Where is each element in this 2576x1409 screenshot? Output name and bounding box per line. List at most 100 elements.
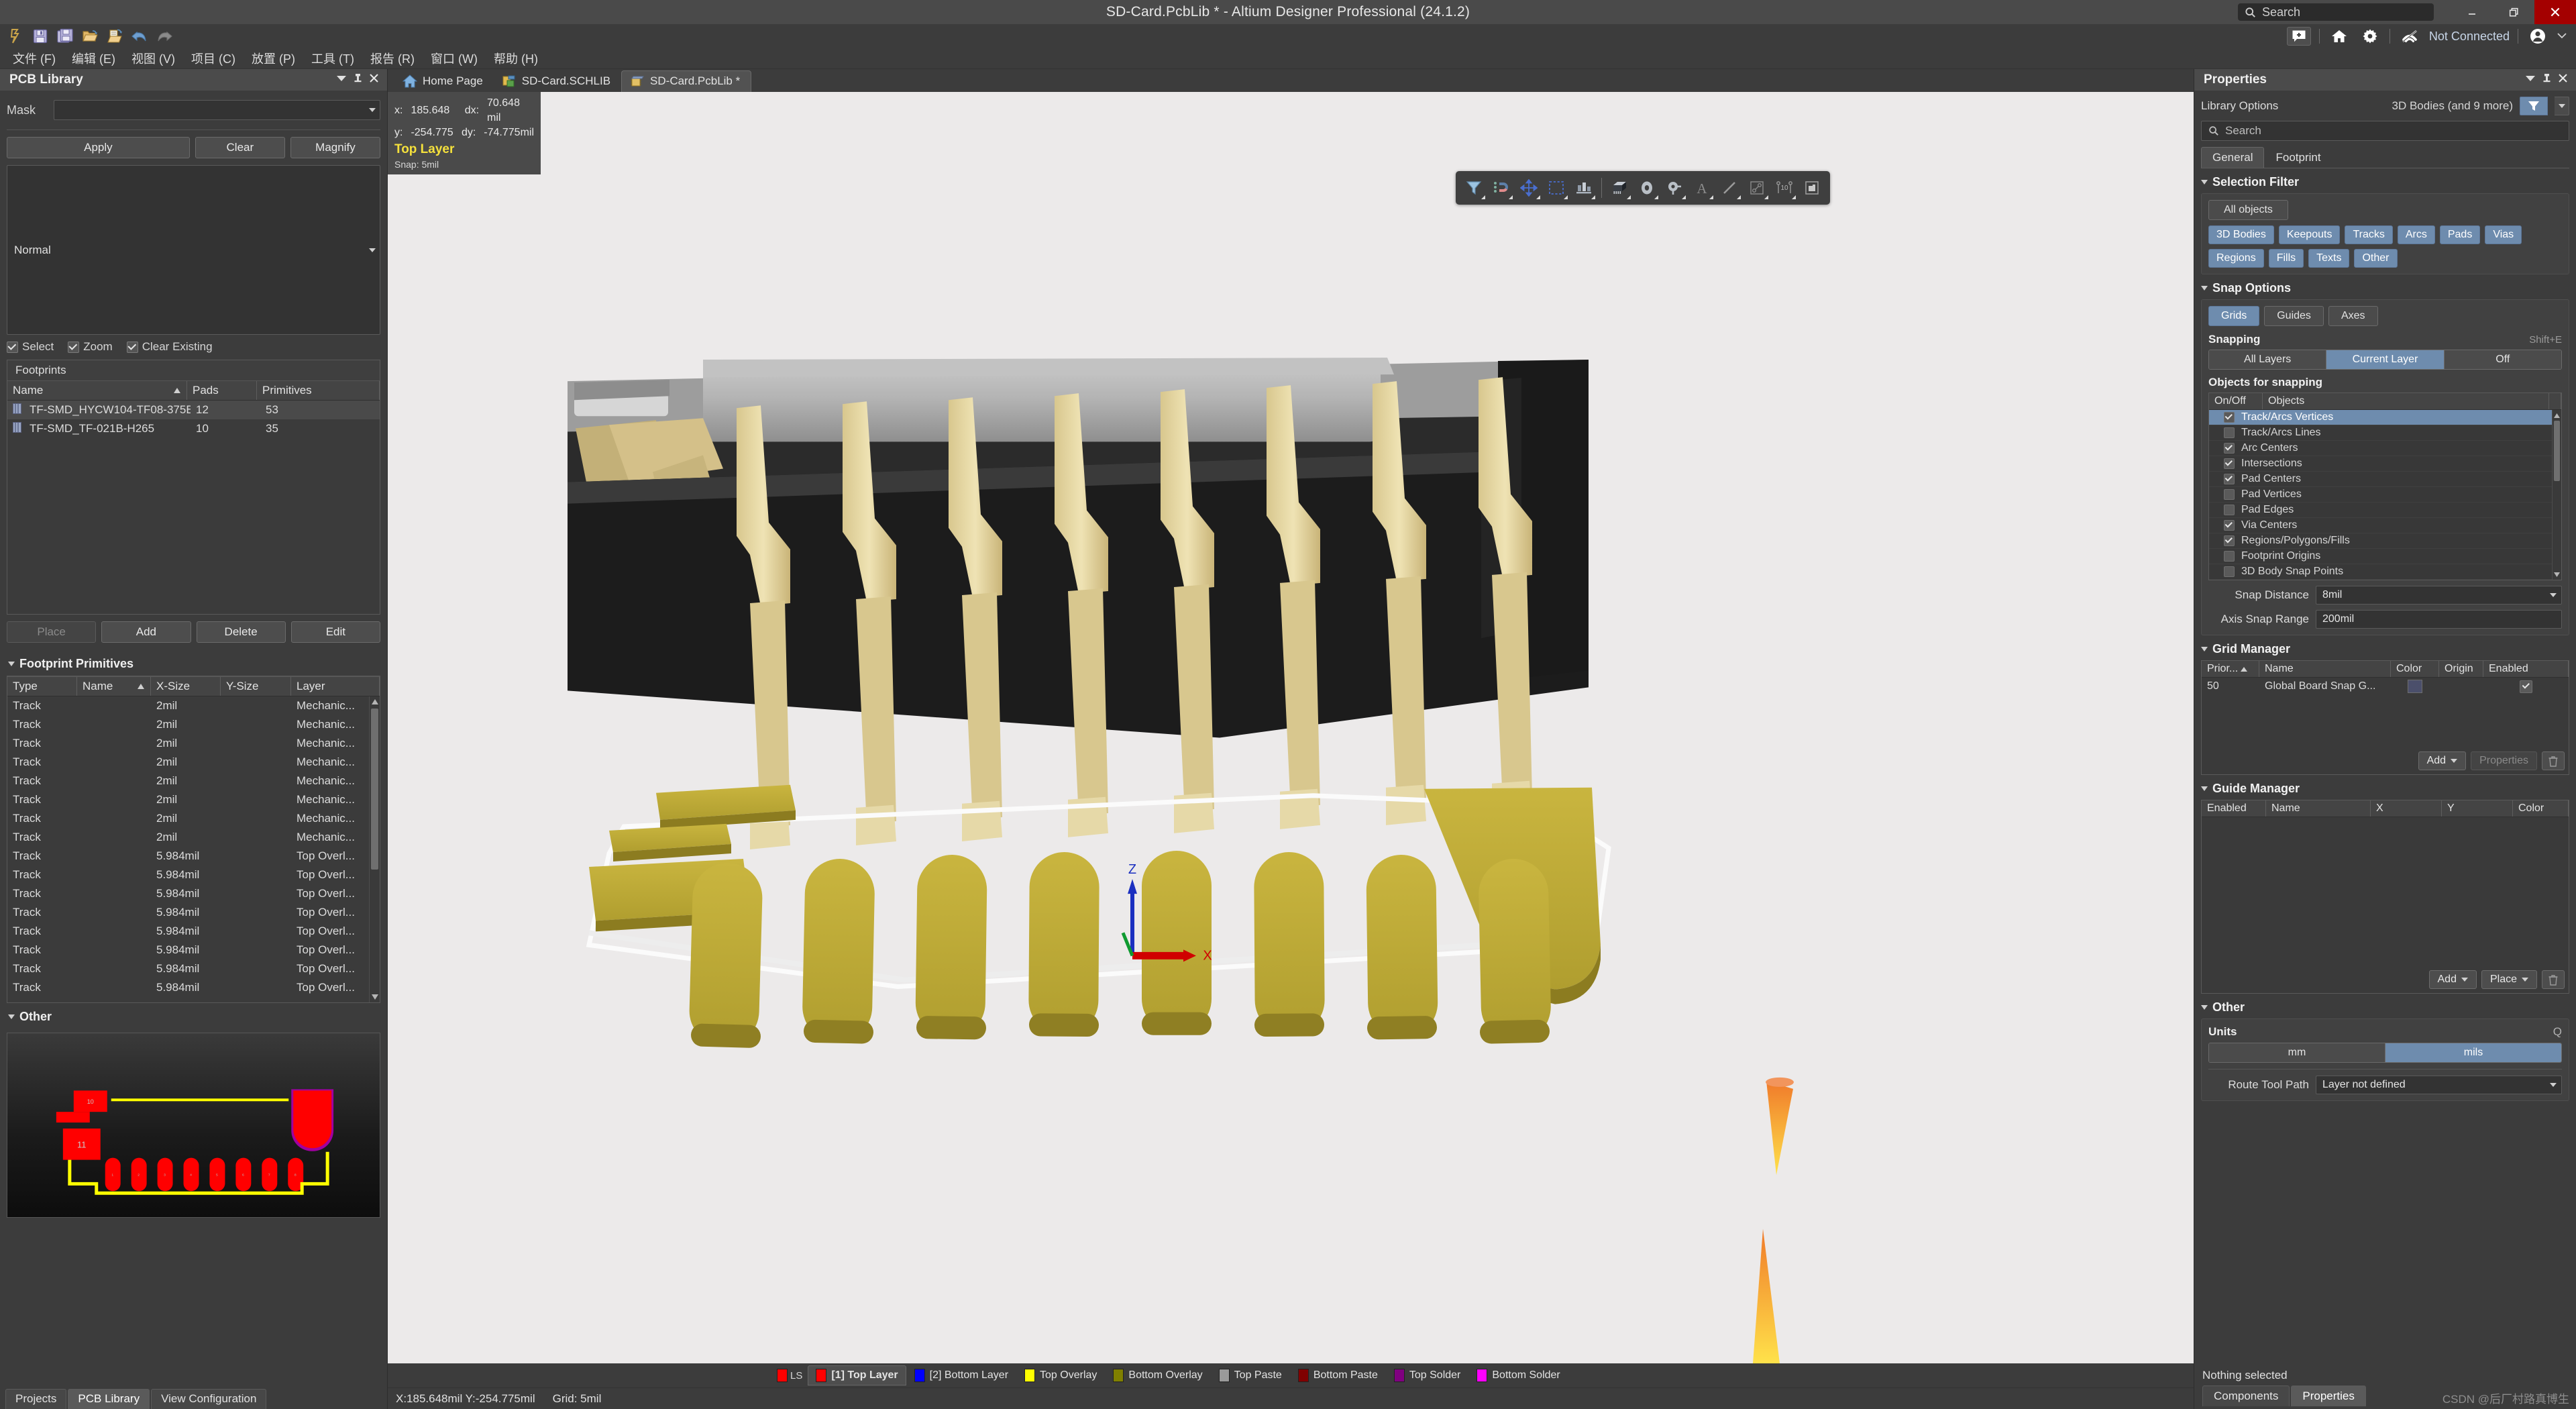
tab-footprint[interactable]: Footprint	[2264, 147, 2332, 168]
table-row[interactable]: Track 2mil Mechanic...	[7, 696, 380, 715]
grid-delete-button[interactable]	[2542, 751, 2565, 770]
home-icon[interactable]	[2328, 26, 2351, 46]
move-icon[interactable]	[1516, 175, 1542, 201]
menu-window[interactable]: 窗口 (W)	[423, 48, 485, 69]
snap-object-checkbox[interactable]	[2224, 551, 2235, 562]
panel-pin-icon[interactable]	[354, 73, 362, 87]
snap-mode-axes[interactable]: Axes	[2328, 306, 2378, 326]
primitives-scrollbar[interactable]	[369, 696, 380, 1002]
guide-add-button[interactable]: Add	[2428, 970, 2477, 989]
filter-pill-fills[interactable]: Fills	[2268, 249, 2304, 268]
zoom-checkbox[interactable]	[68, 341, 80, 353]
layer-tab-bottom-paste[interactable]: Bottom Paste	[1290, 1365, 1386, 1386]
footprints-col-primitives[interactable]: Primitives	[257, 381, 380, 400]
filter-icon[interactable]	[2520, 97, 2548, 115]
grid-row-color-cell[interactable]	[2391, 678, 2439, 695]
grid-enabled-checkbox[interactable]	[2520, 680, 2532, 693]
primitives-col-type[interactable]: Type	[7, 677, 77, 696]
other-section-header[interactable]: Other	[8, 1010, 380, 1024]
panel-close-icon[interactable]	[2558, 73, 2568, 87]
altium-logo-icon[interactable]	[4, 26, 27, 46]
mask-mode-combo[interactable]: Normal	[7, 165, 380, 335]
chat-add-icon[interactable]	[2286, 27, 2311, 46]
account-dropdown-caret[interactable]	[2557, 30, 2567, 42]
delete-button[interactable]: Delete	[196, 621, 286, 643]
snapping-off[interactable]: Off	[2444, 350, 2561, 369]
list-item[interactable]: 3D Body Snap Points	[2209, 564, 2561, 580]
snap-object-checkbox[interactable]	[2224, 427, 2235, 438]
menu-view[interactable]: 视图 (V)	[124, 48, 182, 69]
menu-reports[interactable]: 报告 (R)	[363, 48, 422, 69]
table-row[interactable]: Track 5.984mil Top Overl...	[7, 847, 380, 866]
primitives-col-name[interactable]: Name	[77, 677, 151, 696]
table-row[interactable]: Track 5.984mil Top Overl...	[7, 959, 380, 978]
guide-delete-button[interactable]	[2542, 970, 2565, 989]
list-item[interactable]: Footprint Origins	[2209, 549, 2561, 564]
grid-col-origin[interactable]: Origin	[2439, 661, 2483, 677]
list-item[interactable]: Pad Centers	[2209, 472, 2561, 487]
menu-edit[interactable]: 编辑 (E)	[64, 48, 123, 69]
table-row[interactable]: Track 5.984mil Top Overl...	[7, 978, 380, 997]
list-item[interactable]: Track/Arcs Vertices	[2209, 410, 2561, 425]
filter-pill-other[interactable]: Other	[2354, 249, 2398, 268]
selection-filter-section-header[interactable]: Selection Filter	[2201, 175, 2569, 189]
table-row[interactable]: TF-SMD_TF-021B-H265 10 35	[7, 419, 380, 438]
all-objects-button[interactable]: All objects	[2208, 200, 2288, 220]
list-item[interactable]: Track/Arcs Lines	[2209, 425, 2561, 441]
magnify-button[interactable]: Magnify	[290, 137, 380, 158]
guide-col-x[interactable]: X	[2371, 800, 2442, 817]
guide-col-enabled[interactable]: Enabled	[2202, 800, 2266, 817]
filter-pill-3d-bodies[interactable]: 3D Bodies	[2208, 225, 2274, 244]
layer-set-chip[interactable]: LS	[777, 1369, 802, 1382]
menu-tools[interactable]: 工具 (T)	[304, 48, 362, 69]
minimize-button[interactable]	[2451, 0, 2493, 24]
snapping-current-layer[interactable]: Current Layer	[2326, 350, 2445, 369]
filter-icon[interactable]	[1461, 175, 1487, 201]
properties-search-input[interactable]: Search	[2201, 121, 2569, 141]
layer-tab-top-layer[interactable]: [1] Top Layer	[808, 1365, 906, 1386]
footprints-col-name[interactable]: Name	[7, 381, 187, 400]
filter-dropdown-caret[interactable]	[2555, 97, 2569, 115]
axis-snap-range-input[interactable]: 200mil	[2316, 610, 2562, 629]
primitives-col-ysize[interactable]: Y-Size	[221, 677, 291, 696]
footprints-col-pads[interactable]: Pads	[187, 381, 257, 400]
table-row[interactable]: Track 2mil Mechanic...	[7, 828, 380, 847]
filter-pill-arcs[interactable]: Arcs	[2397, 225, 2435, 244]
table-row[interactable]: Track 2mil Mechanic...	[7, 753, 380, 772]
apply-button[interactable]: Apply	[7, 137, 190, 158]
grid-col-priority[interactable]: Prior...	[2202, 661, 2259, 677]
tab-components[interactable]: Components	[2202, 1386, 2290, 1406]
table-row[interactable]: Track 5.984mil Top Overl...	[7, 941, 380, 959]
pcb-3d-viewport[interactable]: x: 185.648 dx: 70.648 mil y: -254.775 dy…	[388, 92, 2194, 1363]
restore-button[interactable]	[2493, 0, 2534, 24]
snapping-all-layers[interactable]: All Layers	[2209, 350, 2327, 369]
open-document-icon[interactable]	[103, 26, 126, 46]
snap-mode-guides[interactable]: Guides	[2264, 306, 2324, 326]
table-row[interactable]: Track 2mil Mechanic...	[7, 772, 380, 790]
list-item[interactable]: Arc Centers	[2209, 441, 2561, 456]
list-item[interactable]: Regions/Polygons/Fills	[2209, 533, 2561, 549]
layer-tab-top-overlay[interactable]: Top Overlay	[1016, 1365, 1105, 1386]
list-item[interactable]: Intersections	[2209, 456, 2561, 472]
tab-general[interactable]: General	[2201, 147, 2265, 168]
grid-add-button[interactable]: Add	[2418, 751, 2467, 770]
tab-sd-card-pcblib[interactable]: SD-Card.PcbLib *	[621, 70, 752, 92]
save-icon[interactable]	[29, 26, 52, 46]
snap-object-checkbox[interactable]	[2224, 505, 2235, 515]
close-button[interactable]	[2534, 0, 2576, 24]
global-search-input[interactable]: Search	[2238, 3, 2434, 21]
edit-button[interactable]: Edit	[290, 621, 380, 643]
table-row[interactable]: Track 5.984mil Top Overl...	[7, 903, 380, 922]
layer-tab-top-paste[interactable]: Top Paste	[1211, 1365, 1290, 1386]
arc-icon[interactable]	[1744, 175, 1770, 201]
scroll-up-arrow-icon[interactable]	[370, 696, 380, 707]
table-row[interactable]: Track 5.984mil Top Overl...	[7, 922, 380, 941]
table-row[interactable]: 50 Global Board Snap G...	[2202, 678, 2569, 695]
snap-object-checkbox[interactable]	[2224, 489, 2235, 500]
snap-object-checkbox[interactable]	[2224, 443, 2235, 454]
undo-icon[interactable]	[128, 26, 151, 46]
list-item[interactable]: Via Centers	[2209, 518, 2561, 533]
open-folder-icon[interactable]	[78, 26, 101, 46]
snap-object-checkbox[interactable]	[2224, 520, 2235, 531]
primitives-col-xsize[interactable]: X-Size	[151, 677, 221, 696]
